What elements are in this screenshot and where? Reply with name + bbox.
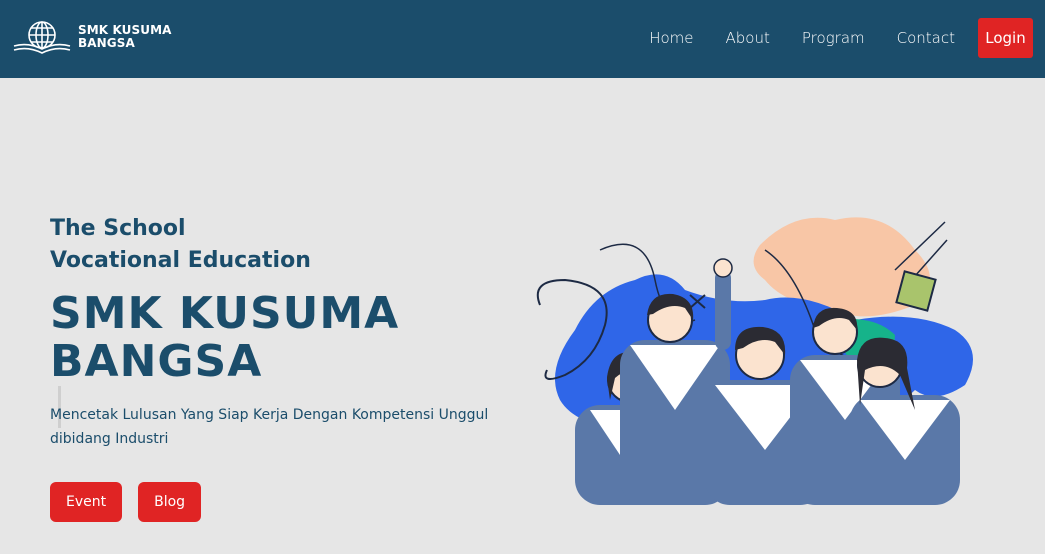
hero-subtitle-line-1: The School xyxy=(50,216,186,241)
nav-about[interactable]: About xyxy=(726,29,770,47)
nav-program[interactable]: Program xyxy=(802,29,865,47)
hero-description: Mencetak Lulusan Yang Siap Kerja Dengan … xyxy=(50,407,489,447)
hero-title-line-2-text: BANGSA xyxy=(50,336,263,387)
globe-book-icon xyxy=(13,21,71,54)
brand-line-2: BANGSA xyxy=(78,36,135,50)
nav-menu: Home About Program Contact Login xyxy=(649,18,1033,58)
hero-subtitle: The School Vocational Education xyxy=(50,213,311,277)
brand-logo[interactable]: SMK KUSUMA BANGSA xyxy=(12,20,172,54)
hero-subtitle-line-2: Vocational Education xyxy=(50,248,311,273)
hero-buttons: Event Blog xyxy=(50,482,202,522)
brand-name: SMK KUSUMA BANGSA xyxy=(78,24,172,50)
event-button[interactable]: Event xyxy=(50,482,123,522)
blog-button[interactable]: Blog xyxy=(138,482,202,522)
hero-title-line-1: SMK KUSUMA xyxy=(50,288,400,339)
nav-home[interactable]: Home xyxy=(649,29,693,47)
nav-contact[interactable]: Contact xyxy=(897,29,955,47)
login-button[interactable]: Login xyxy=(978,18,1033,58)
students-illustration xyxy=(536,217,973,505)
navbar: SMK KUSUMA BANGSA Home About Program Con… xyxy=(0,0,1045,78)
